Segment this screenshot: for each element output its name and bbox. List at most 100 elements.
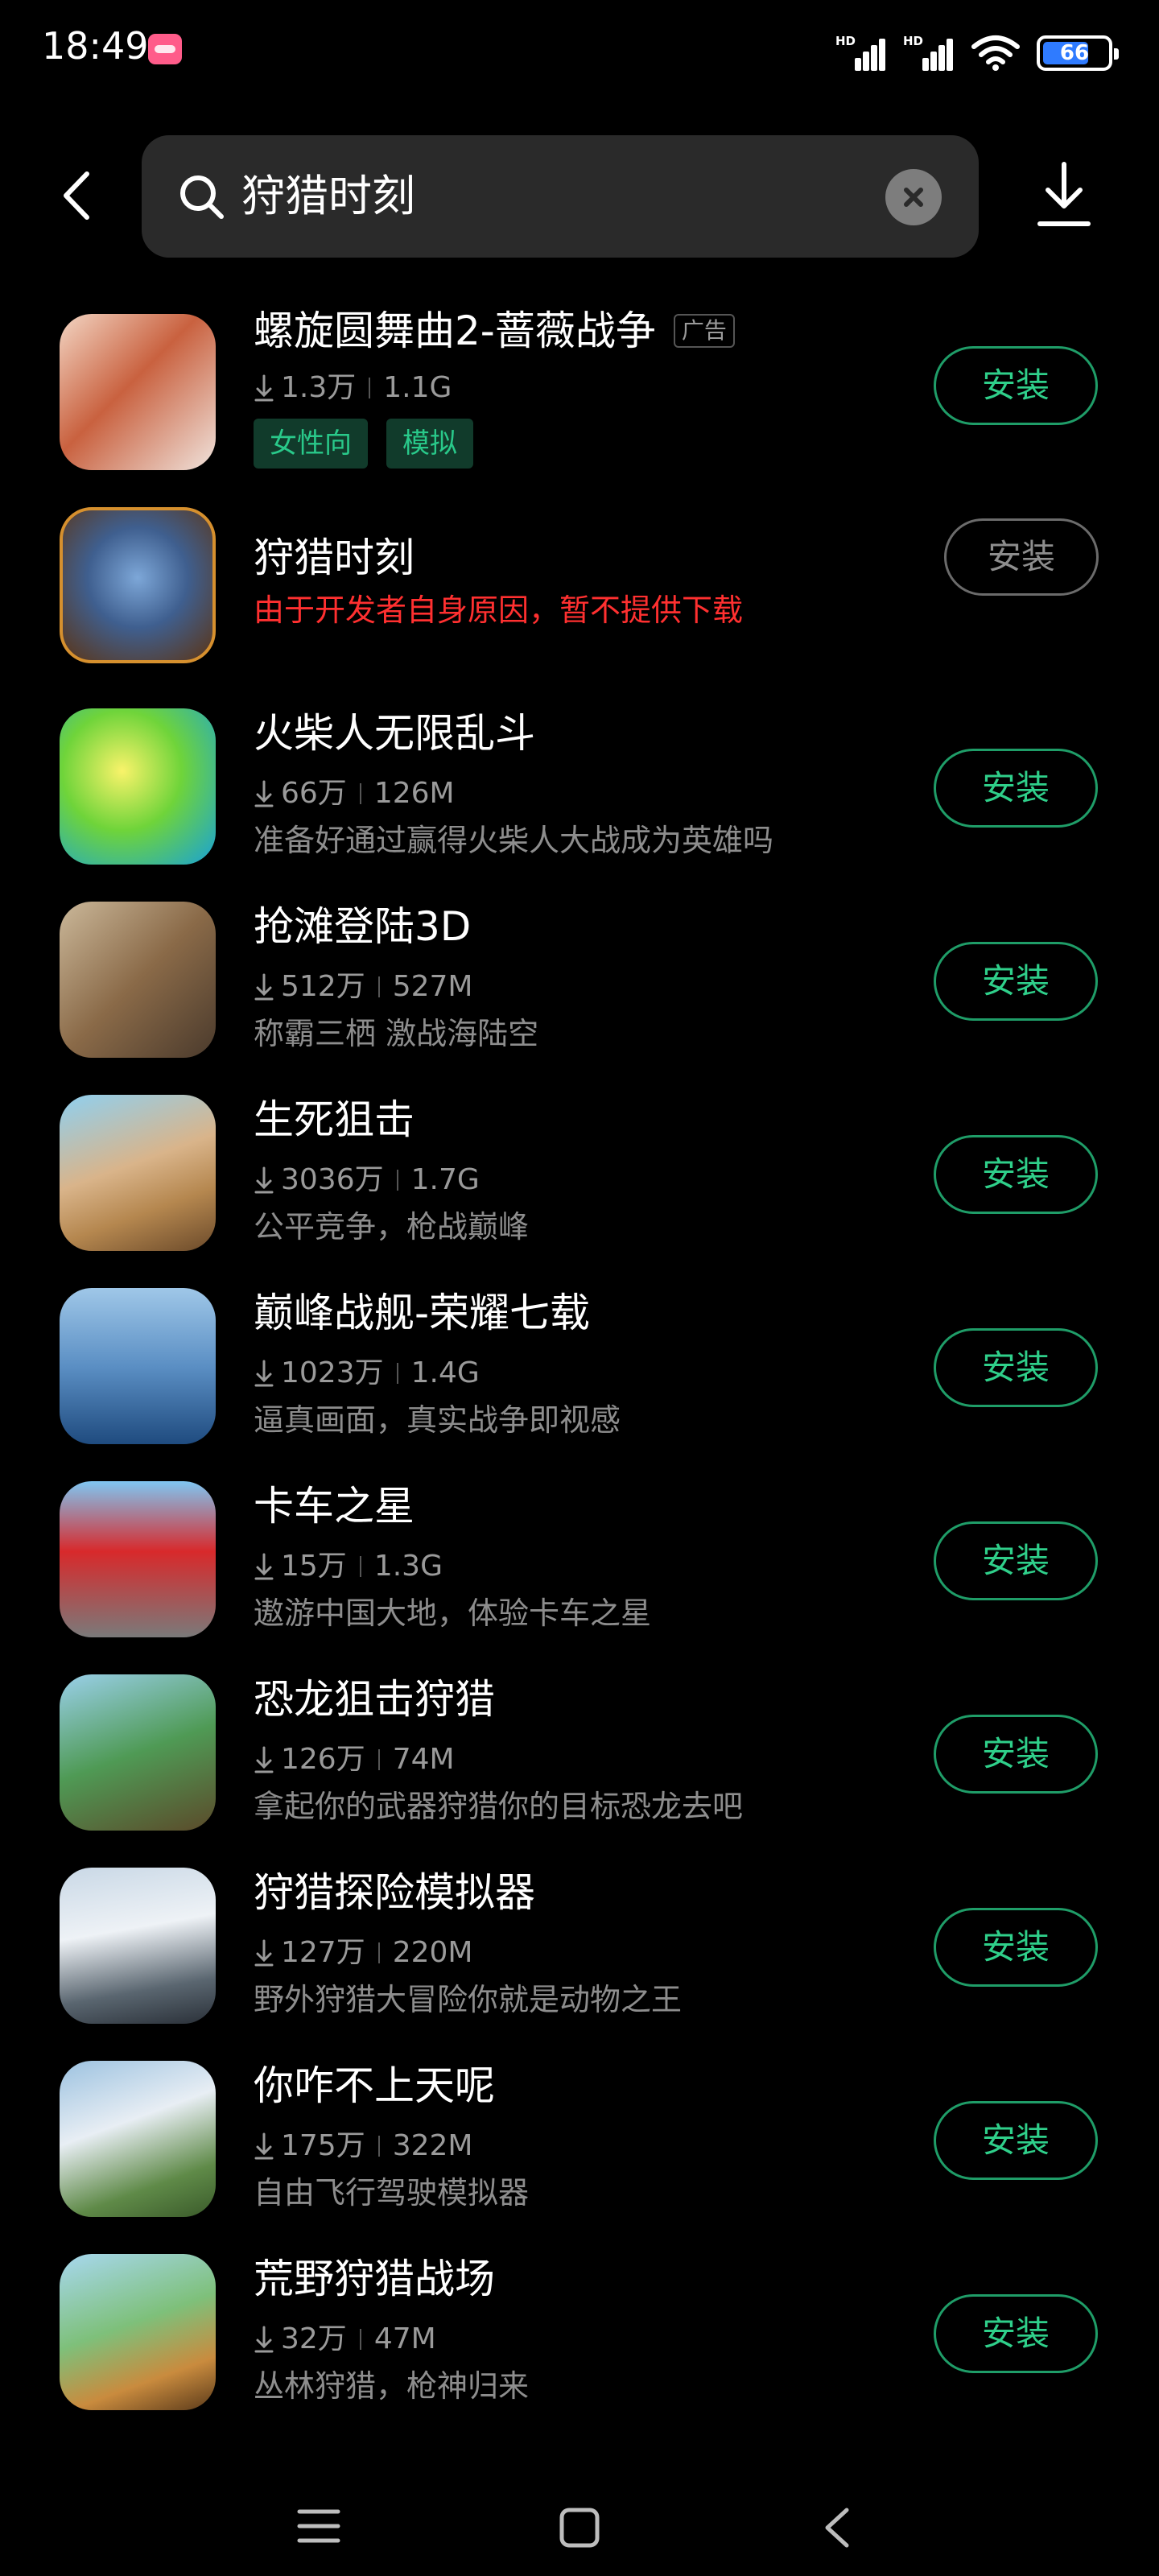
app-size: 1.3G bbox=[373, 1550, 443, 1583]
list-item[interactable]: 恐龙狙击狩猎 126万 74M 拿起你的武器狩猎你的目标恐龙去吧 安装 bbox=[0, 1674, 1159, 1852]
app-icon[interactable] bbox=[60, 1095, 216, 1251]
battery-icon: 66 bbox=[1037, 35, 1119, 71]
app-icon[interactable] bbox=[60, 1674, 216, 1831]
app-title: 狩猎探险模拟器 bbox=[254, 1869, 535, 1916]
list-item[interactable]: 狩猎探险模拟器 127万 220M 野外狩猎大冒险你就是动物之王 安装 bbox=[0, 1868, 1159, 2045]
list-item[interactable]: 巅峰战舰-荣耀七载 1023万 1.4G 逼真画面，真实战争即视感 安装 bbox=[0, 1288, 1159, 1465]
app-title: 抢滩登陆3D bbox=[254, 903, 472, 950]
search-icon bbox=[180, 175, 224, 219]
install-button[interactable]: 安装 bbox=[934, 1908, 1098, 1987]
download-count: 15万 bbox=[281, 1550, 347, 1583]
list-item[interactable]: 你咋不上天呢 175万 322M 自由飞行驾驶模拟器 安装 bbox=[0, 2061, 1159, 2238]
app-icon[interactable] bbox=[60, 708, 216, 865]
tag: 模拟 bbox=[386, 419, 473, 469]
install-button[interactable]: 安装 bbox=[934, 1715, 1098, 1794]
ad-badge: 广告 bbox=[673, 314, 735, 348]
app-meta: 1023万 1.4G bbox=[254, 1354, 480, 1393]
app-icon[interactable] bbox=[60, 1868, 216, 2024]
download-count-icon bbox=[254, 780, 274, 807]
install-button[interactable]: 安装 bbox=[934, 749, 1098, 828]
system-nav-bar bbox=[0, 2447, 1159, 2576]
signal-icon: HD bbox=[903, 34, 955, 71]
app-description: 准备好通过赢得火柴人大战成为英雄吗 bbox=[254, 823, 774, 858]
app-icon[interactable] bbox=[60, 314, 216, 470]
menu-icon[interactable] bbox=[296, 2507, 341, 2545]
list-item[interactable]: 卡车之星 15万 1.3G 遨游中国大地，体验卡车之星 安装 bbox=[0, 1481, 1159, 1658]
app-icon[interactable] bbox=[60, 1288, 216, 1444]
install-button[interactable]: 安装 bbox=[934, 2294, 1098, 2373]
app-title: 生死狙击 bbox=[254, 1096, 415, 1143]
app-meta: 32万 47M bbox=[254, 2320, 436, 2359]
download-count: 1023万 bbox=[281, 1356, 384, 1389]
app-icon[interactable] bbox=[60, 1481, 216, 1637]
list-item[interactable]: 火柴人无限乱斗 66万 126M 准备好通过赢得火柴人大战成为英雄吗 安装 bbox=[0, 708, 1159, 886]
install-button[interactable]: 安装 bbox=[934, 942, 1098, 1021]
app-meta: 127万 220M bbox=[254, 1934, 473, 1972]
app-title: 卡车之星 bbox=[254, 1483, 415, 1530]
list-item[interactable]: 荒野狩猎战场 32万 47M 丛林狩猎，枪神归来 安装 bbox=[0, 2254, 1159, 2431]
app-description: 逼真画面，真实战争即视感 bbox=[254, 1402, 621, 1438]
app-description: 公平竞争，枪战巅峰 bbox=[254, 1209, 530, 1245]
app-title: 螺旋圆舞曲2-蔷薇战争 bbox=[254, 308, 656, 354]
app-icon[interactable] bbox=[60, 507, 216, 663]
app-size: 1.4G bbox=[410, 1356, 480, 1389]
download-count-icon bbox=[254, 1939, 274, 1967]
home-icon[interactable] bbox=[559, 2507, 600, 2549]
app-size: 1.7G bbox=[410, 1163, 480, 1196]
search-input[interactable]: 狩猎时刻 bbox=[241, 166, 415, 227]
download-count: 512万 bbox=[281, 970, 365, 1003]
clear-search-button[interactable] bbox=[885, 169, 942, 225]
app-meta: 126万 74M bbox=[254, 1740, 455, 1779]
app-size: 220M bbox=[392, 1936, 473, 1969]
download-count-icon bbox=[254, 1746, 274, 1773]
app-size: 47M bbox=[373, 2322, 436, 2355]
app-meta: 66万 126M bbox=[254, 774, 455, 813]
app-description: 丛林狩猎，枪神归来 bbox=[254, 2368, 530, 2404]
download-count: 127万 bbox=[281, 1936, 365, 1969]
install-button[interactable]: 安装 bbox=[934, 1328, 1098, 1407]
search-bar[interactable]: 狩猎时刻 bbox=[142, 135, 979, 258]
app-icon[interactable] bbox=[60, 2254, 216, 2410]
download-count: 1.3万 bbox=[281, 371, 357, 404]
install-button[interactable]: 安装 bbox=[934, 1135, 1098, 1214]
signal-icon: HD bbox=[835, 34, 887, 71]
install-button[interactable]: 安装 bbox=[934, 2101, 1098, 2180]
app-meta: 3036万 1.7G bbox=[254, 1161, 480, 1199]
download-count-icon bbox=[254, 1166, 274, 1194]
app-meta: 15万 1.3G bbox=[254, 1547, 443, 1586]
download-count-icon bbox=[254, 2132, 274, 2160]
list-item[interactable]: 抢滩登陆3D 512万 527M 称霸三栖 激战海陆空 安装 bbox=[0, 902, 1159, 1079]
app-icon[interactable] bbox=[60, 2061, 216, 2217]
list-item[interactable]: 狩猎时刻 由于开发者自身原因，暂不提供下载 安装 bbox=[0, 499, 1159, 676]
download-count-icon bbox=[254, 973, 274, 1001]
close-icon bbox=[904, 188, 923, 207]
app-size: 74M bbox=[392, 1743, 455, 1776]
app-meta: 175万 322M bbox=[254, 2127, 473, 2165]
back-nav-icon[interactable] bbox=[819, 2507, 855, 2549]
tag: 女性向 bbox=[254, 419, 368, 469]
list-item[interactable]: 生死狙击 3036万 1.7G 公平竞争，枪战巅峰 安装 bbox=[0, 1095, 1159, 1272]
download-count: 175万 bbox=[281, 2129, 365, 2162]
download-count-icon bbox=[254, 374, 274, 402]
download-manager-button[interactable] bbox=[1033, 159, 1095, 232]
app-description: 野外狩猎大冒险你就是动物之王 bbox=[254, 1982, 683, 2017]
install-button[interactable]: 安装 bbox=[934, 1521, 1098, 1600]
app-title: 火柴人无限乱斗 bbox=[254, 710, 535, 757]
app-size: 527M bbox=[392, 970, 473, 1003]
list-item[interactable]: 螺旋圆舞曲2-蔷薇战争 广告 1.3万 1.1G 女性向 模拟 安装 bbox=[0, 306, 1159, 483]
download-count: 3036万 bbox=[281, 1163, 384, 1196]
app-icon[interactable] bbox=[60, 902, 216, 1058]
download-count: 126万 bbox=[281, 1743, 365, 1776]
back-button[interactable] bbox=[50, 167, 106, 224]
notification-app-icon bbox=[148, 34, 182, 64]
battery-level: 66 bbox=[1059, 41, 1090, 65]
install-button[interactable]: 安装 bbox=[934, 346, 1098, 425]
app-meta: 512万 527M bbox=[254, 968, 473, 1006]
app-description: 拿起你的武器狩猎你的目标恐龙去吧 bbox=[254, 1789, 744, 1824]
app-title: 你咋不上天呢 bbox=[254, 2062, 495, 2109]
app-title: 恐龙狙击狩猎 bbox=[254, 1676, 495, 1723]
install-button[interactable]: 安装 bbox=[944, 518, 1099, 596]
app-description: 遨游中国大地，体验卡车之星 bbox=[254, 1596, 652, 1631]
unavailable-notice: 由于开发者自身原因，暂不提供下载 bbox=[254, 592, 744, 628]
app-size: 126M bbox=[373, 777, 455, 810]
